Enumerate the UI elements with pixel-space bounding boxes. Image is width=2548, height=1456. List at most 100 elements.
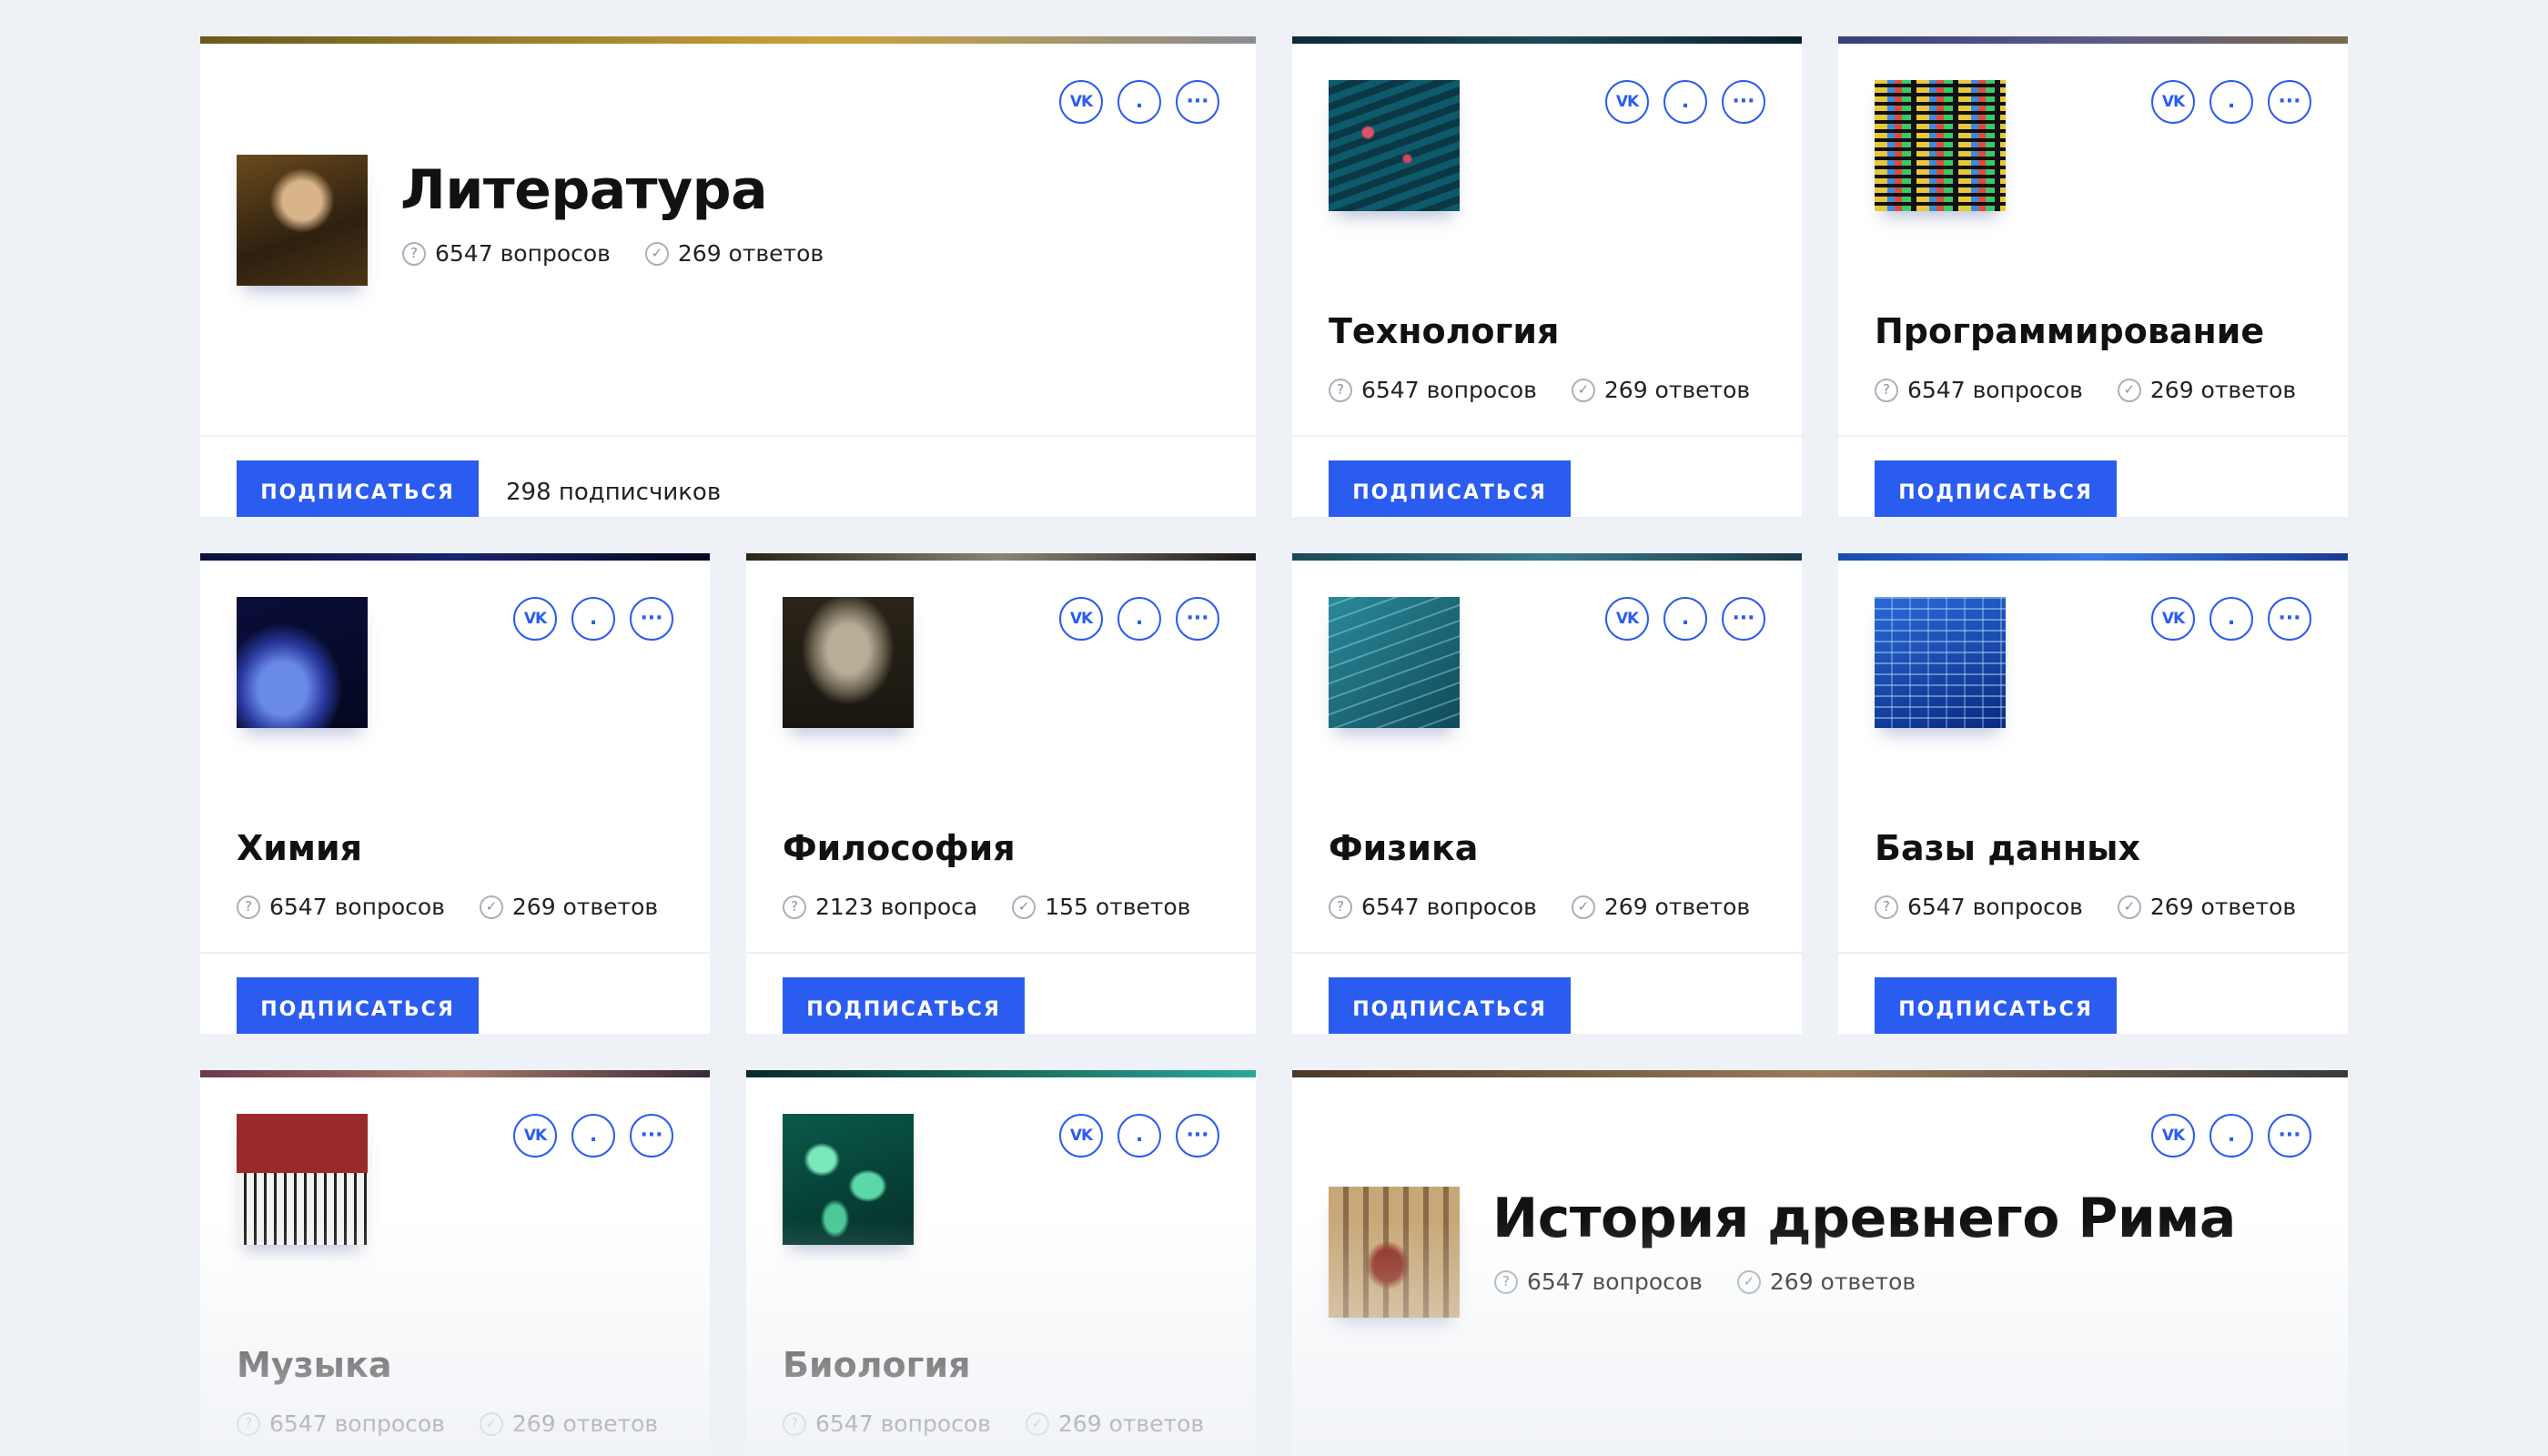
- more-icon[interactable]: ···: [1176, 80, 1219, 124]
- check-icon: ✓: [1025, 1411, 1049, 1436]
- share-bar: VK . ···: [1605, 597, 1765, 641]
- questions-count: 6547 вопросов: [435, 240, 611, 267]
- topic-image: [1329, 80, 1460, 211]
- share-bar: VK . ···: [1605, 80, 1765, 124]
- more-icon[interactable]: ···: [1176, 1114, 1219, 1158]
- question-icon: ?: [1329, 378, 1352, 402]
- card-accent-stripe: [1838, 553, 2348, 561]
- topic-card-ancient-rome[interactable]: VK . ··· История древнего Рима ? 6547 воп…: [1292, 1070, 2348, 1456]
- check-icon: ✓: [1571, 895, 1595, 919]
- card-accent-stripe: [1292, 36, 1802, 44]
- questions-count: 6547 вопросов: [269, 1410, 445, 1437]
- vk-icon[interactable]: VK: [1605, 597, 1649, 641]
- check-icon: ✓: [644, 241, 669, 266]
- more-icon[interactable]: ···: [2268, 1114, 2311, 1158]
- share-dot-icon[interactable]: .: [2209, 80, 2253, 124]
- more-icon[interactable]: ···: [2268, 80, 2311, 124]
- card-title: Музыка: [237, 1345, 392, 1385]
- topic-image: [783, 597, 914, 728]
- card-title: Технология: [1329, 311, 1560, 351]
- check-icon: ✓: [2117, 378, 2141, 402]
- share-bar: VK . ···: [2151, 597, 2311, 641]
- card-divider: [200, 952, 710, 954]
- card-accent-stripe: [746, 553, 1256, 561]
- share-dot-icon[interactable]: .: [2209, 1114, 2253, 1158]
- vk-icon[interactable]: VK: [513, 597, 557, 641]
- topic-card-literature[interactable]: VK . ··· Литература ? 6547 вопросов ✓ 269 …: [200, 36, 1256, 517]
- topic-card-technology[interactable]: VK . ··· Технология ? 6547 вопросов ✓ 269 …: [1292, 36, 1802, 517]
- answers-count: 269 ответов: [677, 240, 824, 267]
- card-accent-stripe: [1838, 36, 2348, 44]
- vk-icon[interactable]: VK: [2151, 1114, 2195, 1158]
- topic-image: [1875, 597, 2006, 728]
- more-icon[interactable]: ···: [630, 597, 673, 641]
- answers-count: 269 ответов: [2149, 377, 2297, 403]
- answers-count: 269 ответов: [511, 1410, 659, 1437]
- topic-image: [783, 1114, 914, 1245]
- vk-icon[interactable]: VK: [2151, 80, 2195, 124]
- share-dot-icon[interactable]: .: [571, 597, 615, 641]
- subscribe-button[interactable]: ПОДПИСАТЬСЯ: [783, 977, 1025, 1034]
- card-title: История древнего Рима: [1492, 1187, 2236, 1250]
- share-dot-icon[interactable]: .: [2209, 597, 2253, 641]
- share-dot-icon[interactable]: .: [1117, 597, 1161, 641]
- vk-icon[interactable]: VK: [1059, 1114, 1103, 1158]
- card-title: Базы данных: [1875, 828, 2140, 868]
- subscribe-button[interactable]: ПОДПИСАТЬСЯ: [1329, 977, 1571, 1034]
- question-icon: ?: [402, 241, 426, 266]
- topic-card-databases[interactable]: VK . ··· Базы данных ? 6547 вопросов ✓ 269…: [1838, 553, 2348, 1034]
- more-icon[interactable]: ···: [1722, 80, 1765, 124]
- more-icon[interactable]: ···: [1176, 597, 1219, 641]
- subscribe-button[interactable]: ПОДПИСАТЬСЯ: [1875, 977, 2117, 1034]
- topic-image: [237, 597, 368, 728]
- vk-icon[interactable]: VK: [2151, 597, 2195, 641]
- check-icon: ✓: [1736, 1269, 1761, 1294]
- share-bar: VK . ···: [1059, 80, 1219, 124]
- share-dot-icon[interactable]: .: [1663, 80, 1707, 124]
- question-icon: ?: [237, 1411, 260, 1436]
- share-dot-icon[interactable]: .: [1117, 1114, 1161, 1158]
- answers-count: 155 ответов: [1045, 894, 1191, 920]
- questions-count: 6547 вопросов: [1907, 894, 2083, 920]
- vk-icon[interactable]: VK: [1605, 80, 1649, 124]
- question-icon: ?: [1875, 895, 1898, 919]
- questions-count: 6547 вопросов: [1527, 1269, 1703, 1295]
- question-icon: ?: [237, 895, 260, 919]
- subscribe-button[interactable]: ПОДПИСАТЬСЯ: [237, 460, 479, 517]
- topic-card-philosophy[interactable]: VK . ··· Философия ? 2123 вопроса ✓ 155 от…: [746, 553, 1256, 1034]
- share-dot-icon[interactable]: .: [1117, 80, 1161, 124]
- vk-icon[interactable]: VK: [1059, 80, 1103, 124]
- check-icon: ✓: [1571, 378, 1595, 402]
- answers-count: 269 ответов: [2149, 894, 2297, 920]
- more-icon[interactable]: ···: [630, 1114, 673, 1158]
- share-bar: VK . ···: [1059, 597, 1219, 641]
- more-icon[interactable]: ···: [2268, 597, 2311, 641]
- topic-card-music[interactable]: VK . ··· Музыка ? 6547 вопросов ✓ 269 отве…: [200, 1070, 710, 1456]
- card-accent-stripe: [200, 1070, 710, 1077]
- topic-card-physics[interactable]: VK . ··· Физика ? 6547 вопросов ✓ 269 отве…: [1292, 553, 1802, 1034]
- card-accent-stripe: [1292, 553, 1802, 561]
- answers-count: 269 ответов: [1603, 377, 1751, 403]
- topic-card-chemistry[interactable]: VK . ··· Химия ? 6547 вопросов ✓ 269 ответ…: [200, 553, 710, 1034]
- share-dot-icon[interactable]: .: [571, 1114, 615, 1158]
- subscribe-button[interactable]: ПОДПИСАТЬСЯ: [237, 977, 479, 1034]
- subscribe-button[interactable]: ПОДПИСАТЬСЯ: [1329, 460, 1571, 517]
- vk-icon[interactable]: VK: [1059, 597, 1103, 641]
- vk-icon[interactable]: VK: [513, 1114, 557, 1158]
- subscribers-count: 298 подписчиков: [506, 479, 722, 506]
- topic-card-programming[interactable]: VK . ··· Программирование ? 6547 вопросов…: [1838, 36, 2348, 517]
- topic-card-biology[interactable]: VK . ··· Биология ? 6547 вопросов ✓ 269 от…: [746, 1070, 1256, 1456]
- more-icon[interactable]: ···: [1722, 597, 1765, 641]
- questions-count: 2123 вопроса: [815, 894, 978, 920]
- answers-count: 269 ответов: [1769, 1269, 1916, 1295]
- share-bar: VK . ···: [2151, 1114, 2311, 1158]
- check-icon: ✓: [2117, 895, 2141, 919]
- card-divider: [746, 952, 1256, 954]
- subscribe-button[interactable]: ПОДПИСАТЬСЯ: [1875, 460, 2117, 517]
- question-icon: ?: [1494, 1269, 1518, 1294]
- share-bar: VK . ···: [2151, 80, 2311, 124]
- question-icon: ?: [783, 1411, 806, 1436]
- check-icon: ✓: [479, 895, 503, 919]
- share-dot-icon[interactable]: .: [1663, 597, 1707, 641]
- topic-image: [237, 155, 368, 286]
